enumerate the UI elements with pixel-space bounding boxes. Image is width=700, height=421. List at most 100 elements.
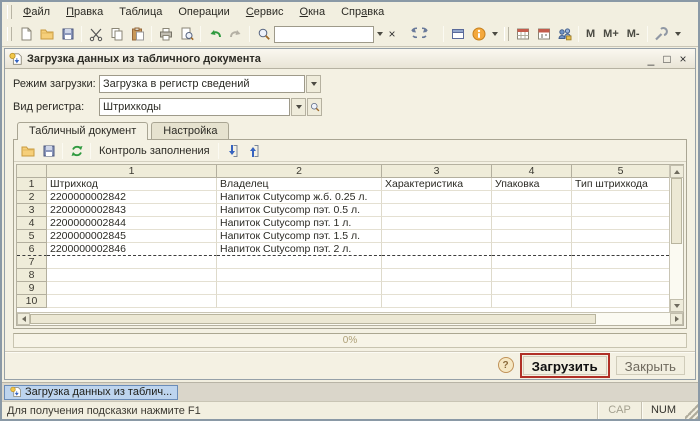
print-preview-button[interactable] [176,24,197,44]
table-cell[interactable] [382,204,492,217]
table-cell[interactable]: Характеристика [382,178,492,191]
open-button[interactable] [36,24,57,44]
table-cell[interactable] [217,295,382,308]
save-file-button[interactable] [38,141,59,161]
print-button[interactable] [155,24,176,44]
users-button[interactable] [554,24,575,44]
new-document-button[interactable] [15,24,36,44]
save-button[interactable] [57,24,78,44]
load-button[interactable]: Загрузить [522,355,607,375]
table-cell[interactable] [382,243,492,256]
memory-m-plus-button[interactable]: M+ [599,26,623,42]
fill-control-button[interactable]: Контроль заполнения [94,143,215,159]
table-cell[interactable] [492,217,572,230]
table-cell[interactable] [572,269,669,282]
table-cell[interactable]: Владелец [217,178,382,191]
load-mode-combobox[interactable]: Загрузка в регистр сведений [99,74,321,93]
close-button[interactable]: × [675,52,691,66]
table-cell[interactable] [382,295,492,308]
table-cell[interactable]: 2200000002842 [47,191,217,204]
menu-item-file[interactable]: Файл [15,4,58,20]
goto-link-button[interactable] [398,24,419,44]
info-button[interactable] [468,24,489,44]
windows-panel-button[interactable] [447,24,468,44]
scroll-left-button[interactable] [17,313,30,325]
table-cell[interactable]: Напиток Cutycomp пэт. 2 л. [217,243,382,256]
table-cell[interactable]: Тип штрихкода [572,178,669,191]
maximize-button[interactable]: □ [659,52,675,66]
calculator-button[interactable] [512,24,533,44]
table-cell[interactable]: Напиток Cutycomp пэт. 1.5 л. [217,230,382,243]
return-link-button[interactable] [419,24,440,44]
scrollbar-thumb[interactable] [671,178,682,245]
table-cell[interactable] [47,256,217,269]
table-cell[interactable] [382,256,492,269]
table-cell[interactable] [492,230,572,243]
table-cell[interactable] [217,256,382,269]
table-cell[interactable] [572,217,669,230]
import-rows-button[interactable] [222,141,243,161]
register-kind-lookup-button[interactable] [307,97,322,116]
menu-item-operations[interactable]: Операции [170,4,237,20]
open-file-button[interactable] [17,141,38,161]
table-cell[interactable] [492,295,572,308]
paste-button[interactable] [127,24,148,44]
register-kind-value[interactable]: Штрихкоды [99,97,290,116]
scrollbar-track[interactable] [670,244,683,299]
copy-button[interactable] [106,24,127,44]
settings-button[interactable] [651,24,672,44]
toolbar-search-input[interactable] [274,25,374,43]
menu-item-table[interactable]: Таблица [111,4,170,20]
table-cell[interactable] [572,282,669,295]
table-cell[interactable]: Напиток Cutycomp пэт. 1 л. [217,217,382,230]
scroll-right-button[interactable] [670,313,683,325]
menu-item-windows[interactable]: Окна [292,4,334,20]
column-header-cell[interactable]: 1 [47,165,217,178]
table-cell[interactable] [217,282,382,295]
table-cell[interactable] [572,295,669,308]
table-cell[interactable] [382,282,492,295]
vertical-scrollbar[interactable] [669,165,684,312]
scroll-down-button[interactable] [670,299,684,312]
row-number-cell[interactable]: 7 [17,256,47,269]
resize-grip[interactable] [685,402,698,419]
table-cell[interactable] [572,191,669,204]
table-cell[interactable] [382,191,492,204]
menu-item-edit[interactable]: Правка [58,4,111,20]
row-number-cell[interactable]: 5 [17,230,47,243]
scroll-up-button[interactable] [670,165,684,178]
menu-item-help[interactable]: Справка [333,4,392,20]
tab-tabular-document[interactable]: Табличный документ [17,122,149,140]
scrollbar-thumb[interactable] [30,314,597,324]
row-number-cell[interactable]: 10 [17,295,47,308]
load-mode-dropdown-button[interactable] [306,74,321,93]
taskbar-item[interactable]: Загрузка данных из таблич... [4,384,179,400]
info-dropdown-button[interactable] [489,24,501,44]
find-button[interactable] [253,24,274,44]
table-cell[interactable] [572,204,669,217]
table-cell[interactable] [47,295,217,308]
register-kind-combobox[interactable]: Штрихкоды [99,97,322,116]
row-number-cell[interactable]: 2 [17,191,47,204]
undo-button[interactable] [204,24,225,44]
table-cell[interactable] [382,217,492,230]
table-cell[interactable] [492,256,572,269]
row-number-cell[interactable]: 8 [17,269,47,282]
cut-button[interactable] [85,24,106,44]
table-cell[interactable] [382,269,492,282]
row-number-cell[interactable]: 4 [17,217,47,230]
row-number-cell[interactable]: 1 [17,178,47,191]
table-cell[interactable] [492,282,572,295]
search-clear-button[interactable]: × [386,24,398,44]
toolbar-grip[interactable] [504,27,509,41]
help-button[interactable]: ? [497,357,514,373]
table-cell[interactable] [382,230,492,243]
column-header-cell[interactable]: 2 [217,165,382,178]
search-dropdown-button[interactable] [374,24,386,44]
table-cell[interactable]: 2200000002846 [47,243,217,256]
memory-m-button[interactable]: M [582,26,599,42]
row-number-cell[interactable]: 3 [17,204,47,217]
memory-m-minus-button[interactable]: M- [623,26,644,42]
table-cell[interactable] [47,282,217,295]
export-rows-button[interactable] [243,141,264,161]
